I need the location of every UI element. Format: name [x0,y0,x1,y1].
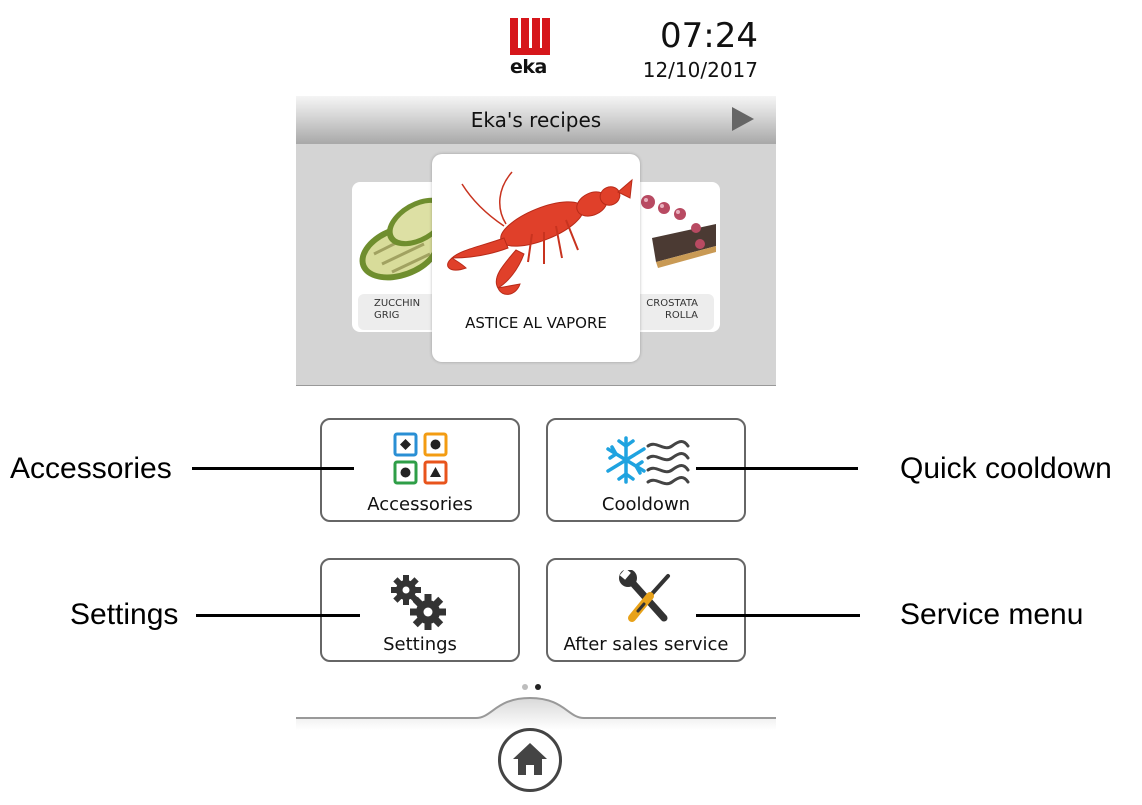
gears-icon [391,575,446,630]
clock-date: 12/10/2017 [642,58,758,82]
home-button[interactable] [498,728,562,792]
eka-logo-icon: eka [510,18,558,80]
snowflake-wind-icon [606,436,690,486]
recipe-card-astice[interactable]: ASTICE AL VAPORE [432,154,640,362]
callout-service-menu: Service menu [900,598,1084,631]
recipes-title: Eka's recipes [470,108,602,132]
wrench-screwdriver-icon [619,570,670,622]
recipe-caption: ASTICE AL VAPORE [465,314,607,332]
leader-line [696,614,860,617]
service-button[interactable]: After sales service [546,558,746,662]
lobster-image [447,171,633,295]
accessories-label: Accessories [367,494,473,515]
cooldown-label: Cooldown [601,494,691,515]
device-screen: eka 07:24 12/10/2017 Eka's recipes ZUCCH… [296,0,776,805]
recipes-header[interactable]: Eka's recipes [296,96,776,144]
settings-label: Settings [383,634,457,655]
settings-button[interactable]: Settings [320,558,520,662]
recipe-carousel[interactable]: ZUCCHIN GRIG CROSTATA ROLLA ASTICE AL VA… [296,144,776,386]
clock-time: 07:24 [660,16,758,56]
callout-quick-cooldown: Quick cooldown [900,452,1112,485]
accessories-button[interactable]: Accessories [320,418,520,522]
leader-line [696,467,858,470]
home-icon [513,743,547,775]
play-arrow-icon[interactable] [732,107,754,131]
leader-line [192,467,354,470]
callout-accessories: Accessories [10,452,172,485]
service-label: After sales service [563,634,729,655]
cooldown-button[interactable]: Cooldown [546,418,746,522]
accessories-grid-icon [393,432,448,485]
brand-name: eka [510,56,547,78]
callout-settings: Settings [70,598,179,631]
leader-line [196,614,360,617]
